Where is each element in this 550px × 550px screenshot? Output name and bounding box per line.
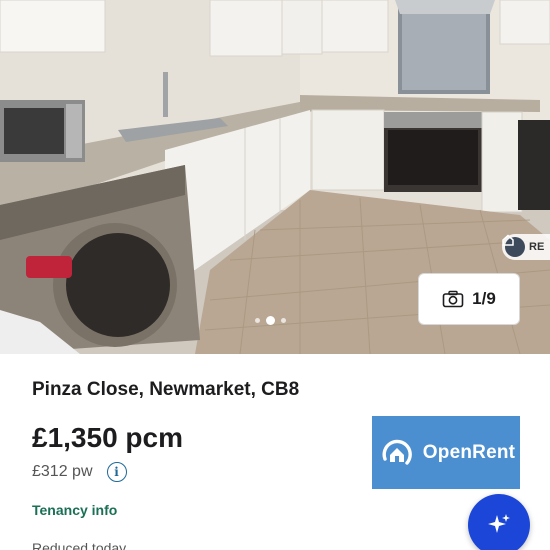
camera-icon [442,290,464,308]
price-weekly: £312 pw [32,463,93,480]
carousel-dot[interactable] [255,318,260,323]
agent-logo-text: OpenRent [422,441,516,463]
photo-counter-button[interactable]: 1/9 [418,273,520,325]
carousel-dots[interactable] [255,316,286,325]
property-address: Pinza Close, Newmarket, CB8 [32,379,300,400]
home-icon [502,234,525,257]
sparkle-icon [488,514,510,533]
info-icon[interactable]: i [106,462,127,482]
agent-logo[interactable]: OpenRent [372,416,520,489]
carousel-dot[interactable] [281,318,286,323]
carousel-dot-active[interactable] [266,316,275,325]
corner-badge-label: RE [529,241,545,253]
corner-badge: RE [502,234,550,260]
price-monthly: £1,350 pcm [32,422,183,453]
reduced-note: Reduced today [32,540,127,550]
price-weekly-row: £312 pw i [32,462,127,482]
ai-assistant-button[interactable] [468,494,530,550]
property-photo[interactable]: RE 1/9 [0,0,550,354]
tenancy-info-link[interactable]: Tenancy info [32,502,117,518]
openrent-logo-icon [382,439,412,465]
photo-counter-text: 1/9 [472,289,496,308]
